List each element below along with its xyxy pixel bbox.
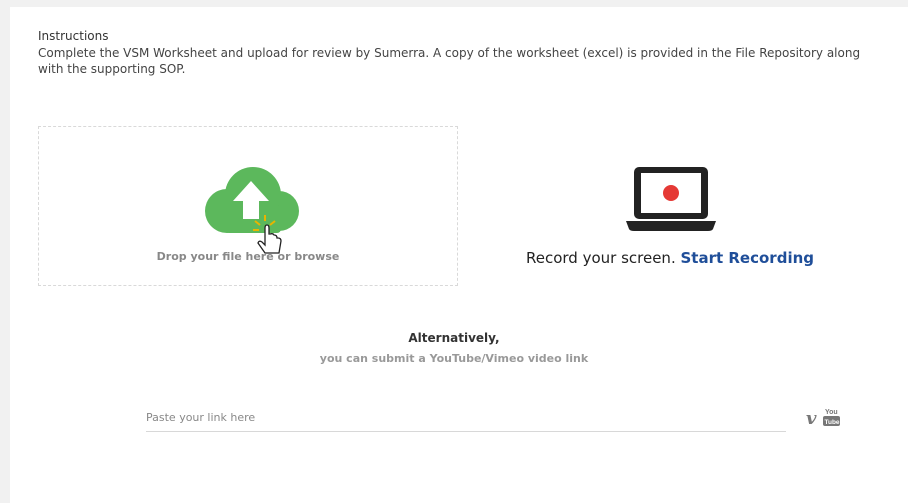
record-screen-label: Record your screen. [525, 249, 676, 267]
record-screen-text: Record your screen. Start Recording [500, 249, 840, 267]
svg-text:You: You [825, 409, 838, 416]
video-link-input[interactable] [146, 403, 786, 432]
file-dropzone[interactable]: Drop your file here or browse [38, 126, 458, 286]
start-recording-link[interactable]: Start Recording [681, 249, 815, 267]
instructions-title: Instructions [38, 29, 109, 43]
youtube-icon: You Tube [823, 409, 840, 426]
svg-text:Tube: Tube [825, 419, 840, 426]
laptop-record-icon[interactable] [626, 165, 716, 233]
alternatively-subtitle: you can submit a YouTube/Vimeo video lin… [319, 352, 589, 365]
drop-file-text[interactable]: Drop your file here or browse [39, 250, 457, 263]
instructions-text: Complete the VSM Worksheet and upload fo… [38, 46, 861, 76]
alternatively-heading: Alternatively, [408, 331, 500, 345]
record-screen-section: Record your screen. Start Recording [500, 165, 840, 285]
video-provider-icons: v You Tube [806, 406, 840, 429]
vimeo-icon: v [806, 408, 817, 428]
